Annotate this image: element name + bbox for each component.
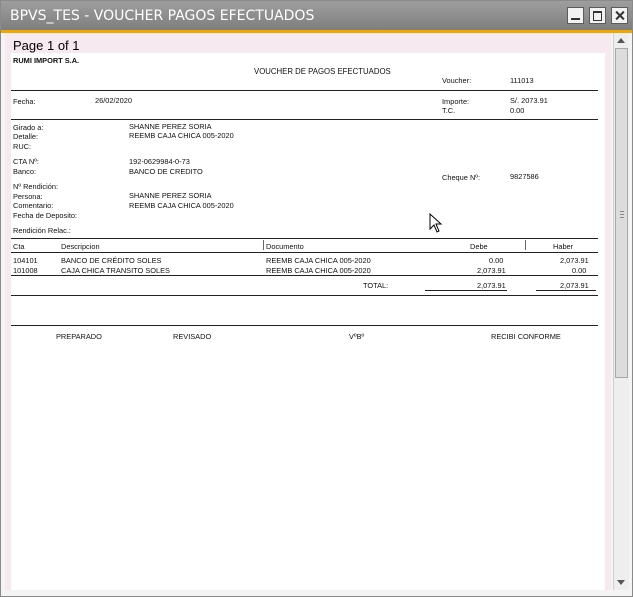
grip-line	[620, 217, 624, 218]
ruc-label: RUC:	[13, 142, 32, 151]
cheque-label: Cheque Nº:	[442, 173, 481, 182]
report-page: RUMI IMPORT S.A. VOUCHER DE PAGOS EFECTU…	[11, 53, 605, 590]
banco-value: BANCO DE CREDITO	[129, 167, 203, 176]
tc-value: 0.00	[510, 106, 525, 115]
row-1-cta: 104101	[13, 256, 38, 265]
row-2-descripcion: CAJA CHICA TRANSITO SOLES	[61, 266, 170, 275]
signature-revisado: REVISADO	[173, 332, 212, 341]
table-header-line	[11, 252, 598, 253]
col-header-debe: Debe	[470, 242, 488, 251]
scroll-up-icon[interactable]	[617, 38, 625, 43]
col-header-documento: Documento	[266, 242, 304, 251]
row-1-documento: REEMB CAJA CHICA 005-2020	[266, 256, 371, 265]
comentario-label: Comentario:	[13, 201, 54, 210]
cheque-value: 9827586	[510, 172, 539, 181]
col-header-cta: Cta	[13, 242, 25, 251]
company-name: RUMI IMPORT S.A.	[13, 56, 80, 65]
girado-value: SHANNE PEREZ SORIA	[129, 122, 212, 131]
fecha-deposito-label: Fecha de Deposito:	[13, 211, 78, 220]
divider-3	[11, 295, 598, 296]
maximize-icon[interactable]	[589, 7, 606, 24]
importe-value: S/. 2073.91	[510, 96, 548, 105]
row-2-debe: 2,073.91	[477, 266, 506, 275]
col-header-descripcion: Descripcion	[61, 242, 100, 251]
scrollbar-thumb[interactable]	[615, 48, 628, 378]
window-title: BPVS_TES - VOUCHER PAGOS EFECTUADOS	[10, 8, 315, 24]
voucher-label: Voucher:	[442, 76, 472, 85]
row-1-haber: 2,073.91	[560, 256, 589, 265]
report-window: BPVS_TES - VOUCHER PAGOS EFECTUADOS Page…	[0, 0, 633, 597]
scroll-down-icon[interactable]	[617, 580, 625, 585]
table-top-line	[11, 238, 598, 239]
report-title: VOUCHER DE PAGOS EFECTUADOS	[254, 67, 391, 76]
comentario-value: REEMB CAJA CHICA 005-2020	[129, 201, 234, 210]
total-debe: 2,073.91	[477, 281, 506, 290]
minimize-icon[interactable]	[567, 7, 584, 24]
detalle-label: Detalle:	[13, 132, 39, 141]
row-2-documento: REEMB CAJA CHICA 005-2020	[266, 266, 371, 275]
grip-line	[620, 211, 624, 212]
girado-label: Girado a:	[13, 123, 44, 132]
tc-label: T.C.	[442, 106, 456, 115]
rendicion-relac-label: Rendición Relac.:	[13, 226, 71, 235]
persona-value: SHANNE PEREZ SORIA	[129, 191, 212, 200]
divider-4	[11, 325, 598, 326]
title-bar[interactable]: BPVS_TES - VOUCHER PAGOS EFECTUADOS	[1, 1, 632, 33]
col-header-haber: Haber	[553, 242, 574, 251]
table-body-line	[11, 275, 598, 276]
grip-line	[620, 214, 624, 215]
page-indicator: Page 1 of 1	[13, 38, 80, 53]
row-2-cta: 101008	[13, 266, 38, 275]
rendicion-label: Nº Rendición:	[13, 182, 59, 191]
fecha-label: Fecha:	[13, 97, 36, 106]
cta-value: 192-0629984-0-73	[129, 157, 190, 166]
divider-1	[11, 90, 598, 91]
total-label: TOTAL:	[363, 281, 389, 290]
signature-preparado: PREPARADO	[56, 332, 102, 341]
row-2-haber: 0.00	[572, 266, 587, 275]
mouse-cursor-icon	[429, 213, 443, 233]
total-haber: 2,073.91	[560, 281, 589, 290]
voucher-value: 111013	[510, 76, 534, 85]
importe-label: Importe:	[442, 97, 470, 106]
detalle-value: REEMB CAJA CHICA 005-2020	[129, 131, 234, 140]
col-divider-2	[525, 240, 526, 250]
col-divider-1	[263, 240, 264, 250]
vertical-scrollbar[interactable]	[613, 33, 629, 590]
total-debe-underline	[425, 290, 507, 291]
signature-vb: VºBº	[349, 332, 365, 341]
total-haber-underline	[536, 290, 596, 291]
banco-label: Banco:	[13, 167, 37, 176]
fecha-value: 26/02/2020	[95, 96, 132, 105]
cta-label: CTA Nº:	[13, 157, 39, 166]
persona-label: Persona:	[13, 192, 43, 201]
divider-2	[11, 119, 598, 120]
close-icon[interactable]	[611, 7, 628, 24]
row-1-debe: 0.00	[489, 256, 504, 265]
row-1-descripcion: BANCO DE CRÉDITO SOLES	[61, 256, 162, 265]
report-viewer: Page 1 of 1 RUMI IMPORT S.A. VOUCHER DE …	[5, 33, 611, 590]
signature-recibi: RECIBI CONFORME	[491, 332, 561, 341]
